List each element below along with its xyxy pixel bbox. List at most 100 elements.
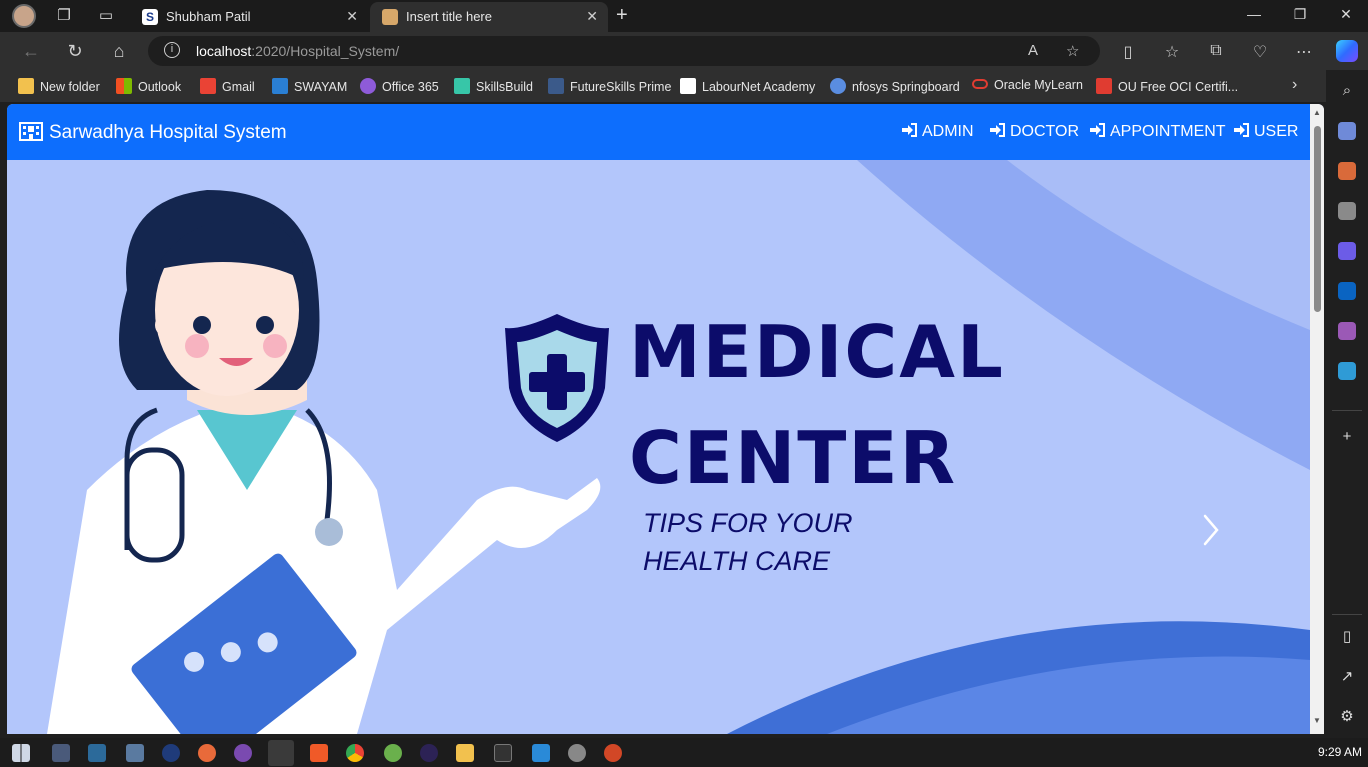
bookmark-label: Gmail xyxy=(222,80,255,94)
workspaces-icon[interactable]: ❐ xyxy=(54,6,74,26)
designer-icon[interactable] xyxy=(1338,322,1356,340)
carousel-next-icon[interactable] xyxy=(1199,510,1223,550)
chrome-icon[interactable] xyxy=(346,744,364,762)
profile-avatar[interactable] xyxy=(12,4,36,28)
bookmark-oracle-mylearn[interactable]: Oracle MyLearn xyxy=(972,78,1083,96)
postgres-icon[interactable] xyxy=(126,744,144,762)
tab-favicon: S xyxy=(142,9,158,25)
bookmark-label: Office 365 xyxy=(382,80,439,94)
health-icon[interactable]: ♡ xyxy=(1250,42,1270,62)
open-external-icon[interactable]: ↗ xyxy=(1338,668,1356,686)
back-icon[interactable]: ← xyxy=(20,40,42,62)
favorites-icon[interactable]: ☆ xyxy=(1162,42,1182,62)
bookmark-label: New folder xyxy=(40,80,100,94)
bookmark-office365[interactable]: Office 365 xyxy=(360,78,439,96)
tab-shubham-patil[interactable]: S Shubham Patil ✕ xyxy=(130,2,368,32)
oracle-icon xyxy=(972,79,988,89)
vscode-icon[interactable] xyxy=(532,744,550,762)
hero-tagline-1: TIPS FOR YOUR xyxy=(643,508,853,538)
page-icon xyxy=(680,78,696,94)
bookmarks-bar: New folder Outlook Gmail SWAYAM Office 3… xyxy=(0,70,1326,102)
bookmark-springboard[interactable]: nfosys Springboard xyxy=(830,78,960,96)
close-tab-icon[interactable]: ✕ xyxy=(586,8,598,25)
edge-icon[interactable] xyxy=(268,740,294,766)
minimize-icon[interactable]: — xyxy=(1244,6,1264,22)
edge-sidebar: ⌕ + ▯ ↗ ⚙ xyxy=(1326,70,1368,738)
nav-doctor-link[interactable]: DOCTOR xyxy=(989,123,1079,141)
address-bar[interactable]: i localhost:2020/Hospital_System/ A ☆ xyxy=(148,36,1100,66)
page-viewport: Sarwadhya Hospital System ADMIN DOCTOR A… xyxy=(7,104,1324,734)
skillsbuild-icon xyxy=(454,78,470,94)
bookmark-futureskills[interactable]: FutureSkills Prime xyxy=(548,78,671,96)
send-icon[interactable] xyxy=(1338,362,1356,380)
tab-actions-icon[interactable]: ▭ xyxy=(96,6,116,26)
bookmark-swayam[interactable]: SWAYAM xyxy=(272,78,347,96)
tab-insert-title[interactable]: Insert title here ✕ xyxy=(370,2,608,32)
bookmark-oci-cert[interactable]: OU Free OCI Certifi... xyxy=(1096,78,1238,96)
nav-label: DOCTOR xyxy=(1010,123,1080,140)
powerpoint-icon[interactable] xyxy=(604,744,622,762)
more-menu-icon[interactable]: ⋯ xyxy=(1294,42,1314,62)
url-text[interactable]: localhost:2020/Hospital_System/ xyxy=(196,43,399,59)
copilot-sidebar-icon[interactable] xyxy=(1338,242,1356,260)
tag-icon[interactable] xyxy=(1338,122,1356,140)
restore-icon[interactable]: ❐ xyxy=(1290,6,1310,23)
sql-icon[interactable] xyxy=(52,744,70,762)
split-screen-icon[interactable]: ▯ xyxy=(1118,42,1138,62)
search-icon[interactable]: ⌕ xyxy=(1338,82,1356,100)
nav-admin-link[interactable]: ADMIN xyxy=(901,123,974,141)
nav-user-link[interactable]: USER xyxy=(1233,123,1298,141)
terminal-icon[interactable] xyxy=(494,744,512,762)
bookmark-label: LabourNet Academy xyxy=(702,80,816,94)
brand-link[interactable]: Sarwadhya Hospital System xyxy=(19,121,287,144)
bookmark-label: FutureSkills Prime xyxy=(570,80,672,94)
outlook-icon[interactable] xyxy=(1338,282,1356,300)
refresh-icon[interactable]: ↻ xyxy=(64,40,86,62)
hero-tagline-2: HEALTH CARE xyxy=(643,546,831,576)
sign-in-icon xyxy=(1090,123,1105,137)
eclipse-icon[interactable] xyxy=(420,744,438,762)
close-tab-icon[interactable]: ✕ xyxy=(346,8,358,25)
scroll-up-icon[interactable]: ▲ xyxy=(1313,108,1321,117)
site-info-icon[interactable]: i xyxy=(164,42,180,58)
close-window-icon[interactable]: ✕ xyxy=(1336,6,1356,23)
settings-gear-icon[interactable]: ⚙ xyxy=(1338,708,1356,726)
file-explorer-icon[interactable] xyxy=(456,744,474,762)
bookmark-labournet[interactable]: LabourNet Academy xyxy=(680,78,815,96)
github-icon[interactable] xyxy=(234,744,252,762)
bookmark-new-folder[interactable]: New folder xyxy=(18,78,100,96)
zoom-icon[interactable] xyxy=(162,744,180,762)
page-scrollbar[interactable]: ▲ ▼ xyxy=(1310,104,1324,734)
scroll-down-icon[interactable]: ▼ xyxy=(1313,716,1321,725)
workbench-icon[interactable] xyxy=(88,744,106,762)
toolbox-icon[interactable] xyxy=(1338,162,1356,180)
brave-icon[interactable] xyxy=(310,744,328,762)
favorite-star-icon[interactable]: ☆ xyxy=(1066,42,1079,60)
bookmark-label: SWAYAM xyxy=(294,80,348,94)
gmail-icon xyxy=(200,78,216,94)
scrollbar-thumb[interactable] xyxy=(1314,126,1321,312)
chess-icon[interactable] xyxy=(1338,202,1356,220)
bookmark-label: OU Free OCI Certifi... xyxy=(1118,80,1239,94)
windows-start-icon[interactable] xyxy=(12,744,30,762)
add-icon[interactable]: + xyxy=(1338,428,1356,446)
bookmark-label: Outlook xyxy=(138,80,182,94)
bookmark-gmail[interactable]: Gmail xyxy=(200,78,255,96)
spring-icon[interactable] xyxy=(384,744,402,762)
taskbar-clock[interactable]: 9:29 AM xyxy=(1318,745,1362,759)
collections-icon[interactable]: ⧉ xyxy=(1206,42,1226,60)
hero-carousel: MEDICAL CENTER TIPS FOR YOUR HEALTH CARE xyxy=(7,160,1310,734)
office-icon xyxy=(360,78,376,94)
read-aloud-icon[interactable]: A xyxy=(1028,42,1038,59)
home-icon[interactable]: ⌂ xyxy=(108,40,130,62)
bookmark-outlook[interactable]: Outlook xyxy=(116,78,181,96)
copilot-icon[interactable] xyxy=(1336,40,1358,62)
new-tab-button[interactable]: + xyxy=(616,4,628,27)
settings-icon[interactable] xyxy=(568,744,586,762)
sidebar-toggle-icon[interactable]: ▯ xyxy=(1338,628,1356,646)
bookmark-label: SkillsBuild xyxy=(476,80,533,94)
bookmark-skillsbuild[interactable]: SkillsBuild xyxy=(454,78,533,96)
chevron-right-icon[interactable]: › xyxy=(1292,76,1297,94)
postman-icon[interactable] xyxy=(198,744,216,762)
nav-appointment-link[interactable]: APPOINTMENT xyxy=(1089,123,1226,141)
